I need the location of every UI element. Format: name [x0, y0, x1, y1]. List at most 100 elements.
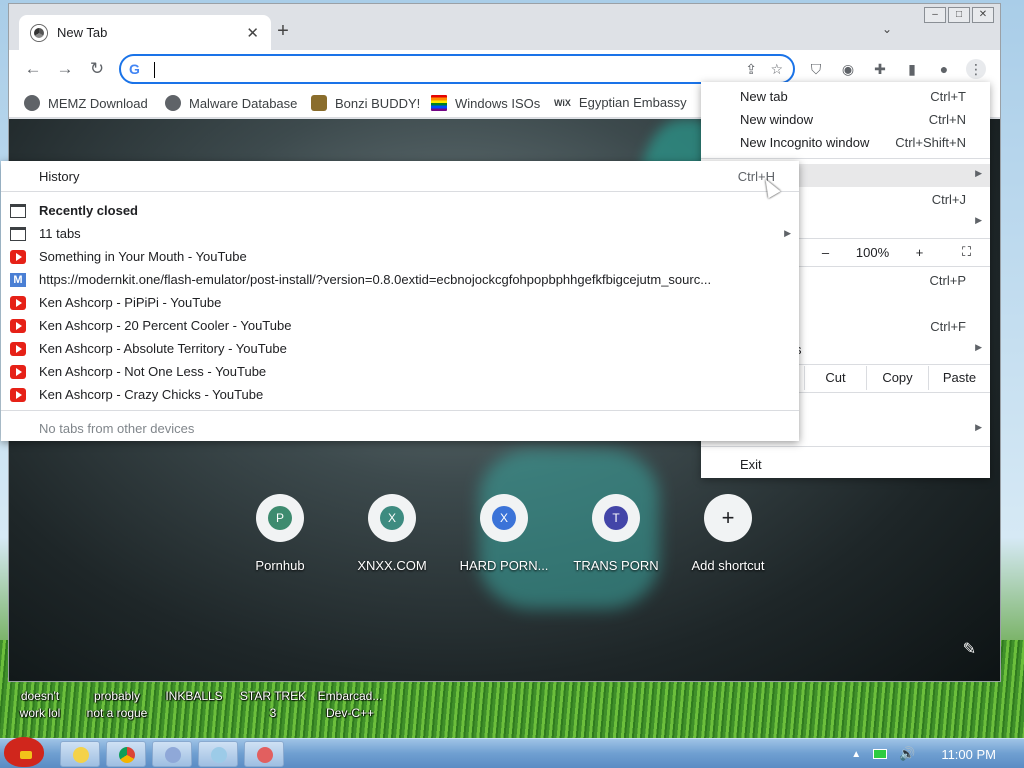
- submenu-arrow-icon: ▶: [975, 422, 982, 432]
- bookmark-bonzi[interactable]: Bonzi BUDDY!: [311, 95, 420, 111]
- tab-search-icon[interactable]: ⌄: [882, 22, 892, 36]
- desktop-icon-inkballs[interactable]: INKBALLS: [154, 688, 234, 705]
- youtube-icon: [10, 318, 26, 333]
- paint-icon: [211, 747, 227, 763]
- back-icon[interactable]: ←: [22, 58, 44, 80]
- zoom-out-button[interactable]: –: [802, 245, 849, 260]
- copy-button[interactable]: Copy: [866, 366, 928, 390]
- paste-button[interactable]: Paste: [928, 366, 990, 390]
- bookmark-windows-isos[interactable]: Windows ISOs: [431, 95, 540, 111]
- kebab-menu-icon[interactable]: ⋮: [966, 59, 986, 79]
- rainbow-flag-icon: [431, 95, 447, 111]
- tray-expand-icon[interactable]: ▲: [851, 749, 861, 760]
- wix-icon: WiX: [554, 97, 571, 108]
- menu-item-new-incognito[interactable]: New Incognito window Ctrl+Shift+N: [701, 131, 990, 154]
- tab-icon: [10, 203, 26, 218]
- recent-item[interactable]: Ken Ashcorp - Crazy Chicks - YouTube: [1, 383, 799, 406]
- app-icon: [165, 747, 181, 763]
- minimize-button[interactable]: –: [924, 7, 946, 23]
- menu-separator: [701, 446, 990, 447]
- recent-item[interactable]: Ken Ashcorp - Not One Less - YouTube: [1, 360, 799, 383]
- recently-closed-tabs-group[interactable]: 11 tabs ▶: [1, 222, 799, 245]
- trans-flag-extension-icon[interactable]: ◉: [838, 59, 858, 79]
- taskbar-item-app[interactable]: [152, 741, 192, 767]
- close-tab-icon[interactable]: ✕: [246, 24, 259, 42]
- desktop-icon-devcpp[interactable]: Embarcad... Dev-C++: [310, 688, 390, 722]
- shortcut-letter-icon: T: [604, 506, 628, 530]
- omnibox[interactable]: G ⇪ ☆: [119, 54, 795, 84]
- tab-icon: [10, 226, 26, 241]
- shortcut-xnxx[interactable]: X XNXX.COM: [336, 494, 448, 573]
- youtube-icon: [10, 364, 26, 379]
- profile-icon[interactable]: ●: [934, 59, 954, 79]
- menu-item-new-tab[interactable]: New tab Ctrl+T: [701, 85, 990, 108]
- zoom-level: 100%: [855, 244, 890, 260]
- zoom-controls: – 100% + ⛶: [802, 240, 990, 264]
- shortcut-label: XNXX.COM: [357, 558, 427, 573]
- bookmark-malware-db[interactable]: Malware Database: [165, 95, 297, 111]
- taskbar-item-chrome[interactable]: [106, 741, 146, 767]
- extensions-puzzle-icon[interactable]: ✚: [870, 59, 890, 79]
- maximize-button[interactable]: □: [948, 7, 970, 23]
- youtube-icon: [10, 295, 26, 310]
- submenu-arrow-icon: ▶: [975, 168, 982, 178]
- recent-item[interactable]: Something in Your Mouth - YouTube: [1, 245, 799, 268]
- forward-icon[interactable]: →: [54, 58, 76, 80]
- close-window-button[interactable]: ✕: [972, 7, 994, 23]
- shortcut-hard-porn[interactable]: X HARD PORN...: [448, 494, 560, 573]
- menu-separator: [1, 191, 799, 192]
- ublock-shield-icon[interactable]: ⛉: [806, 59, 826, 79]
- share-icon[interactable]: ⇪: [745, 61, 757, 78]
- submenu-arrow-icon: ▶: [975, 215, 982, 225]
- reload-icon[interactable]: ↻: [86, 58, 108, 80]
- bookmark-star-icon[interactable]: ☆: [770, 61, 783, 78]
- bookmark-memz[interactable]: MEMZ Download: [24, 95, 148, 111]
- tab-new-tab[interactable]: New Tab ✕: [19, 15, 271, 50]
- youtube-icon: [10, 387, 26, 402]
- menu-separator: [1, 410, 799, 411]
- edit-row: Cut Copy Paste: [804, 366, 990, 390]
- submenu-arrow-icon: ▶: [975, 342, 982, 352]
- customize-pencil-icon[interactable]: ✎: [963, 639, 976, 659]
- taskbar-item-game[interactable]: [244, 741, 284, 767]
- history-item[interactable]: History Ctrl+H: [1, 165, 799, 188]
- recent-item[interactable]: Ken Ashcorp - 20 Percent Cooler - YouTub…: [1, 314, 799, 337]
- clock[interactable]: 11:00 PM: [941, 747, 996, 762]
- add-shortcut-button[interactable]: + Add shortcut: [672, 494, 784, 573]
- shortcut-pornhub[interactable]: P Pornhub: [224, 494, 336, 573]
- shortcut-label: TRANS PORN: [573, 558, 659, 573]
- taskbar-item-paint[interactable]: [198, 741, 238, 767]
- battery-icon[interactable]: [873, 749, 888, 759]
- shortcut-tile: P: [256, 494, 304, 542]
- recent-item[interactable]: M https://modernkit.one/flash-emulator/p…: [1, 268, 799, 291]
- globe-icon: [165, 95, 181, 111]
- other-devices-item: No tabs from other devices: [39, 421, 195, 436]
- globe-icon: [24, 95, 40, 111]
- volume-icon[interactable]: 🔊: [899, 746, 915, 762]
- start-button[interactable]: [0, 733, 50, 768]
- submenu-arrow-icon: ▶: [784, 228, 791, 238]
- zoom-in-button[interactable]: +: [896, 245, 943, 260]
- text-caret: [154, 62, 155, 78]
- chrome-icon: [119, 747, 135, 763]
- desktop-icon-doesnt-work[interactable]: doesn't work lol: [0, 688, 80, 722]
- menu-separator: [701, 158, 990, 159]
- shortcut-tile: T: [592, 494, 640, 542]
- desktop-icon-star-trek[interactable]: STAR TREK 3: [233, 688, 313, 722]
- recent-item[interactable]: Ken Ashcorp - PiPiPi - YouTube: [1, 291, 799, 314]
- desktop-icon-probably-not-a-rogue[interactable]: probably not a rogue: [77, 688, 157, 722]
- shortcut-tile: X: [480, 494, 528, 542]
- folder-icon: [73, 747, 89, 763]
- cut-button[interactable]: Cut: [804, 366, 866, 390]
- side-panel-icon[interactable]: ▮: [902, 59, 922, 79]
- new-tab-button[interactable]: +: [271, 20, 295, 43]
- taskbar-item-explorer[interactable]: [60, 741, 100, 767]
- recent-item[interactable]: Ken Ashcorp - Absolute Territory - YouTu…: [1, 337, 799, 360]
- shortcut-label: Add shortcut: [691, 558, 765, 573]
- menu-item-new-window[interactable]: New window Ctrl+N: [701, 108, 990, 131]
- fullscreen-icon[interactable]: ⛶: [943, 244, 990, 260]
- menu-item-exit[interactable]: Exit: [701, 453, 990, 476]
- bookmark-egyptian-embassy[interactable]: WiX Egyptian Embassy: [554, 95, 687, 110]
- shortcut-trans-porn[interactable]: T TRANS PORN: [560, 494, 672, 573]
- shortcut-tile: +: [704, 494, 752, 542]
